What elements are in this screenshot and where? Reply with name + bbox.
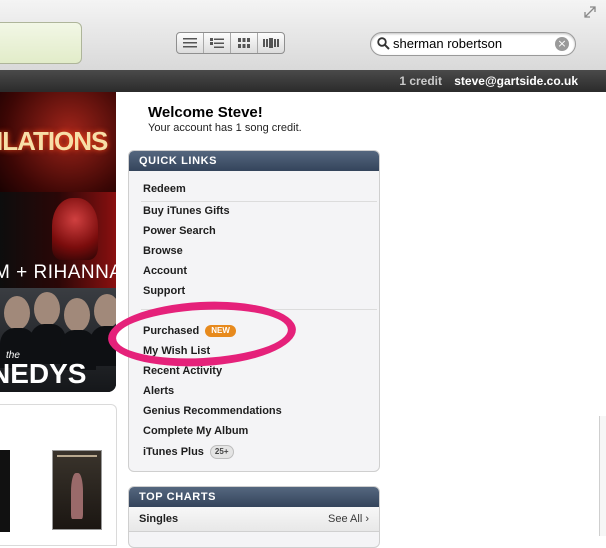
top-charts-panel: TOP CHARTS Singles See All › xyxy=(128,486,380,548)
banner-title: NEDYS xyxy=(0,358,87,389)
singles-label: Singles xyxy=(139,513,179,525)
album-list-view-icon xyxy=(210,38,224,48)
quick-link-alerts[interactable]: Alerts xyxy=(143,385,174,397)
quick-link-redeem[interactable]: Redeem xyxy=(143,183,186,195)
list-view-button[interactable] xyxy=(177,33,204,53)
quick-link-power-search[interactable]: Power Search xyxy=(143,225,216,237)
quick-link-my-wish-list[interactable]: My Wish List xyxy=(143,345,210,357)
view-mode-segmented-control xyxy=(176,32,285,54)
artist-photo xyxy=(52,198,98,260)
actor-photo xyxy=(94,294,116,328)
actor-photo xyxy=(64,298,90,332)
quick-link-label: Purchased xyxy=(143,325,200,337)
list-view-icon xyxy=(183,38,197,48)
quick-link-account[interactable]: Account xyxy=(143,265,187,277)
new-badge: NEW xyxy=(205,325,236,337)
quick-link-purchased[interactable]: Purchased NEW xyxy=(143,325,236,337)
fullscreen-icon[interactable] xyxy=(584,6,596,18)
divider xyxy=(141,309,377,310)
quick-links-header: QUICK LINKS xyxy=(129,151,379,171)
search-icon xyxy=(377,37,390,50)
cover-text-line xyxy=(57,455,97,457)
banner-title: M + RIHANNA xyxy=(0,262,116,283)
actor-photo xyxy=(34,292,60,326)
actor-suit xyxy=(90,326,116,366)
banner-title: ILATIONS xyxy=(0,126,108,156)
quick-link-genius-recommendations[interactable]: Genius Recommendations xyxy=(143,405,282,417)
search-field[interactable]: sherman robertson × xyxy=(370,32,576,56)
see-all-link[interactable]: See All › xyxy=(328,513,369,525)
status-display xyxy=(0,22,82,64)
quick-link-browse[interactable]: Browse xyxy=(143,245,183,257)
banner-compilations[interactable]: ILATIONS xyxy=(0,92,116,192)
account-bar: 1 credit steve@gartside.co.uk xyxy=(0,70,606,92)
quick-links-panel: QUICK LINKS Redeem Buy iTunes Gifts Powe… xyxy=(128,150,380,472)
banner-kennedys[interactable]: the NEDYS xyxy=(0,288,116,392)
quick-link-support[interactable]: Support xyxy=(143,285,185,297)
featured-banners: ILATIONS M + RIHANNA the NEDYS xyxy=(0,92,116,392)
album-cover[interactable] xyxy=(0,450,10,532)
top-charts-row-singles: Singles See All › xyxy=(129,507,379,532)
quick-link-complete-my-album[interactable]: Complete My Album xyxy=(143,425,248,437)
quick-link-buy-itunes-gifts[interactable]: Buy iTunes Gifts xyxy=(143,205,230,217)
quick-link-recent-activity[interactable]: Recent Activity xyxy=(143,365,222,377)
welcome-title: Welcome Steve! xyxy=(148,104,263,121)
banner-rihanna[interactable]: M + RIHANNA xyxy=(0,192,116,288)
coverflow-view-icon xyxy=(263,38,279,48)
album-cover[interactable] xyxy=(52,450,102,530)
quick-link-itunes-plus[interactable]: iTunes Plus 25+ xyxy=(143,445,234,459)
grid-view-button[interactable] xyxy=(231,33,258,53)
quick-link-label: iTunes Plus xyxy=(143,446,204,458)
grid-view-icon xyxy=(238,38,250,48)
cover-figure xyxy=(71,473,83,519)
toolbar: sherman robertson × xyxy=(0,0,606,71)
divider xyxy=(141,201,377,202)
search-input-text[interactable]: sherman robertson xyxy=(393,36,502,51)
window-edge xyxy=(599,416,606,536)
coverflow-view-button[interactable] xyxy=(258,33,284,53)
clear-icon[interactable]: × xyxy=(555,37,569,51)
actor-photo xyxy=(4,296,30,330)
top-charts-header: TOP CHARTS xyxy=(129,487,379,507)
account-email-link[interactable]: steve@gartside.co.uk xyxy=(454,74,578,88)
credit-count: 1 credit xyxy=(399,74,442,88)
album-list-view-button[interactable] xyxy=(204,33,231,53)
welcome-subtitle: Your account has 1 song credit. xyxy=(148,122,302,134)
count-badge: 25+ xyxy=(209,445,234,459)
